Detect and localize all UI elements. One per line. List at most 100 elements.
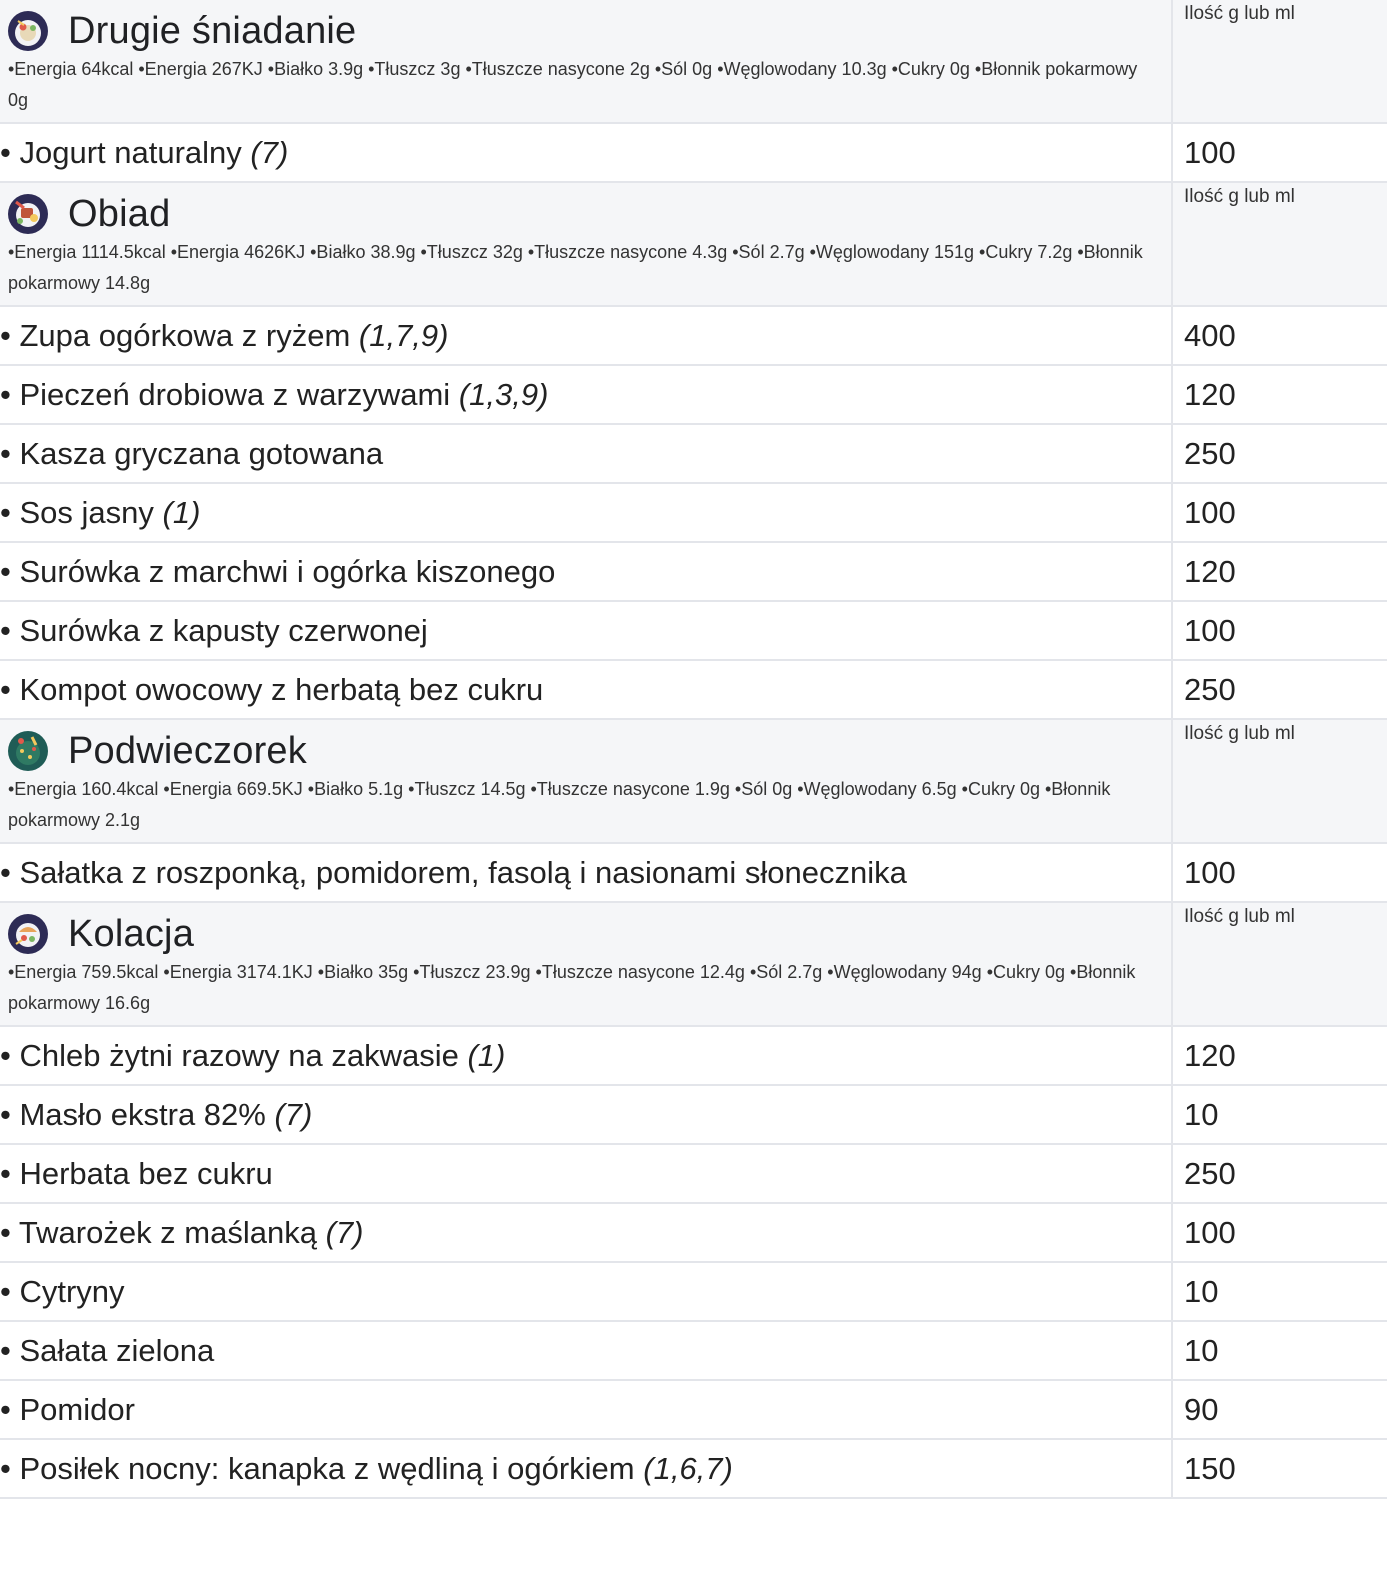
item-name: • Surówka z kapusty czerwonej [0,602,1171,659]
meal-header-cell: Obiad •Energia 1114.5kcal •Energia 4626KJ… [0,182,1172,307]
item-quantity-cell: 150 [1171,1439,1387,1499]
item-quantity: 100 [1184,1215,1236,1250]
item-name-cell: • Jogurt naturalny (7) [0,123,1172,183]
table-row: • Herbata bez cukru 250 [0,1144,1387,1204]
item-name-cell: • Kasza gryczana gotowana [0,424,1172,484]
item-name-cell: • Zupa ogórkowa z ryżem (1,7,9) [0,306,1172,366]
item-name-cell: • Pieczeń drobiowa z warzywami (1,3,9) [0,365,1172,425]
item-label: • Pomidor [0,1392,135,1427]
meal-header-row: Kolacja •Energia 759.5kcal •Energia 3174.… [0,902,1387,1027]
table-row: • Zupa ogórkowa z ryżem (1,7,9) 400 [0,306,1387,366]
item-quantity: 100 [1184,613,1236,648]
table-row: • Kasza gryczana gotowana 250 [0,424,1387,484]
meal-title: Kolacja [68,912,195,955]
item-quantity: 150 [1184,1451,1236,1486]
table-row: • Posiłek nocny: kanapka z wędliną i ogó… [0,1439,1387,1499]
item-name-cell: • Twarożek z maślanką (7) [0,1203,1172,1263]
lunch-plate-icon [8,194,48,234]
item-quantity-cell: 120 [1171,542,1387,602]
item-quantity-cell: 100 [1171,601,1387,661]
meal-header-cell: Podwieczorek •Energia 160.4kcal •Energia … [0,719,1172,844]
item-name: • Jogurt naturalny (7) [0,124,1171,181]
quantity-column-label: Ilość g lub ml [1184,723,1295,744]
quantity-header-cell: Ilość g lub ml [1171,902,1387,1027]
table-row: • Sałatka z roszponką, pomidorem, fasolą… [0,843,1387,903]
table-row: • Kompot owocowy z herbatą bez cukru 250 [0,660,1387,720]
item-quantity-cell: 10 [1171,1085,1387,1145]
table-row: • Jogurt naturalny (7) 100 [0,123,1387,183]
item-name: • Cytryny [0,1263,1171,1320]
meal-title: Obiad [68,192,171,235]
item-label: • Posiłek nocny: kanapka z wędliną i ogó… [0,1451,635,1486]
item-quantity: 10 [1184,1097,1219,1132]
allergen-codes: (7) [250,135,289,170]
meal-header-row: Podwieczorek •Energia 160.4kcal •Energia … [0,719,1387,844]
breakfast-plate-icon [8,11,48,51]
item-label: • Zupa ogórkowa z ryżem [0,318,351,353]
table-row: • Masło ekstra 82% (7) 10 [0,1085,1387,1145]
item-name: • Zupa ogórkowa z ryżem (1,7,9) [0,307,1171,364]
meal-heading: Kolacja [0,903,1171,957]
nutrition-summary: •Energia 64kcal •Energia 267KJ •Białko 3… [8,59,1138,110]
table-row: • Pomidor 90 [0,1380,1387,1440]
item-name: • Pieczeń drobiowa z warzywami (1,3,9) [0,366,1171,423]
item-quantity-cell: 250 [1171,1144,1387,1204]
nutrition-summary: •Energia 759.5kcal •Energia 3174.1KJ •Bi… [8,962,1136,1013]
item-quantity-cell: 10 [1171,1262,1387,1322]
table-row: • Surówka z kapusty czerwonej 100 [0,601,1387,661]
item-name: • Chleb żytni razowy na zakwasie (1) [0,1027,1171,1084]
item-name: • Herbata bez cukru [0,1145,1171,1202]
item-label: • Cytryny [0,1274,125,1309]
table-row: • Pieczeń drobiowa z warzywami (1,3,9) 12… [0,365,1387,425]
allergen-codes: (1) [162,495,201,530]
dinner-plate-icon [8,914,48,954]
item-quantity: 10 [1184,1274,1219,1309]
table-row: • Surówka z marchwi i ogórka kiszonego 12… [0,542,1387,602]
item-name-cell: • Kompot owocowy z herbatą bez cukru [0,660,1172,720]
item-quantity-cell: 10 [1171,1321,1387,1381]
item-label: • Sałata zielona [0,1333,215,1368]
table-row: • Cytryny 10 [0,1262,1387,1322]
item-name-cell: • Surówka z kapusty czerwonej [0,601,1172,661]
snack-plate-icon [8,731,48,771]
item-name-cell: • Chleb żytni razowy na zakwasie (1) [0,1026,1172,1086]
item-label: • Masło ekstra 82% [0,1097,266,1132]
meal-header-cell: Drugie śniadanie •Energia 64kcal •Energia… [0,0,1172,124]
item-name-cell: • Sałatka z roszponką, pomidorem, fasolą… [0,843,1172,903]
item-name-cell: • Surówka z marchwi i ogórka kiszonego [0,542,1172,602]
item-name-cell: • Posiłek nocny: kanapka z wędliną i ogó… [0,1439,1172,1499]
item-label: • Kasza gryczana gotowana [0,436,384,471]
item-quantity-cell: 120 [1171,1026,1387,1086]
item-quantity-cell: 120 [1171,365,1387,425]
item-quantity-cell: 250 [1171,424,1387,484]
meal-header-row: Obiad •Energia 1114.5kcal •Energia 4626KJ… [0,182,1387,307]
item-name: • Sałata zielona [0,1322,1171,1379]
item-quantity: 120 [1184,554,1236,589]
quantity-header-cell: Ilość g lub ml [1171,719,1387,844]
item-label: • Surówka z marchwi i ogórka kiszonego [0,554,556,589]
item-quantity: 120 [1184,1038,1236,1073]
meal-plan-table: Drugie śniadanie •Energia 64kcal •Energia… [0,0,1387,1499]
item-quantity-cell: 100 [1171,483,1387,543]
item-name: • Posiłek nocny: kanapka z wędliną i ogó… [0,1440,1171,1497]
item-quantity: 90 [1184,1392,1219,1427]
item-name-cell: • Sałata zielona [0,1321,1172,1381]
item-quantity-cell: 100 [1171,843,1387,903]
item-quantity: 100 [1184,135,1236,170]
item-quantity-cell: 100 [1171,123,1387,183]
item-quantity: 250 [1184,436,1236,471]
item-quantity-cell: 100 [1171,1203,1387,1263]
item-label: • Jogurt naturalny [0,135,242,170]
item-name: • Twarożek z maślanką (7) [0,1204,1171,1261]
meal-header-cell: Kolacja •Energia 759.5kcal •Energia 3174.… [0,902,1172,1027]
item-quantity: 100 [1184,855,1236,890]
item-label: • Kompot owocowy z herbatą bez cukru [0,672,544,707]
item-quantity-cell: 90 [1171,1380,1387,1440]
nutrition-summary: •Energia 1114.5kcal •Energia 4626KJ •Bia… [8,242,1143,293]
item-quantity: 250 [1184,1156,1236,1191]
quantity-header-cell: Ilość g lub ml [1171,0,1387,124]
allergen-codes: (1,3,9) [458,377,549,412]
allergen-codes: (7) [325,1215,364,1250]
item-name: • Surówka z marchwi i ogórka kiszonego [0,543,1171,600]
item-quantity: 100 [1184,495,1236,530]
